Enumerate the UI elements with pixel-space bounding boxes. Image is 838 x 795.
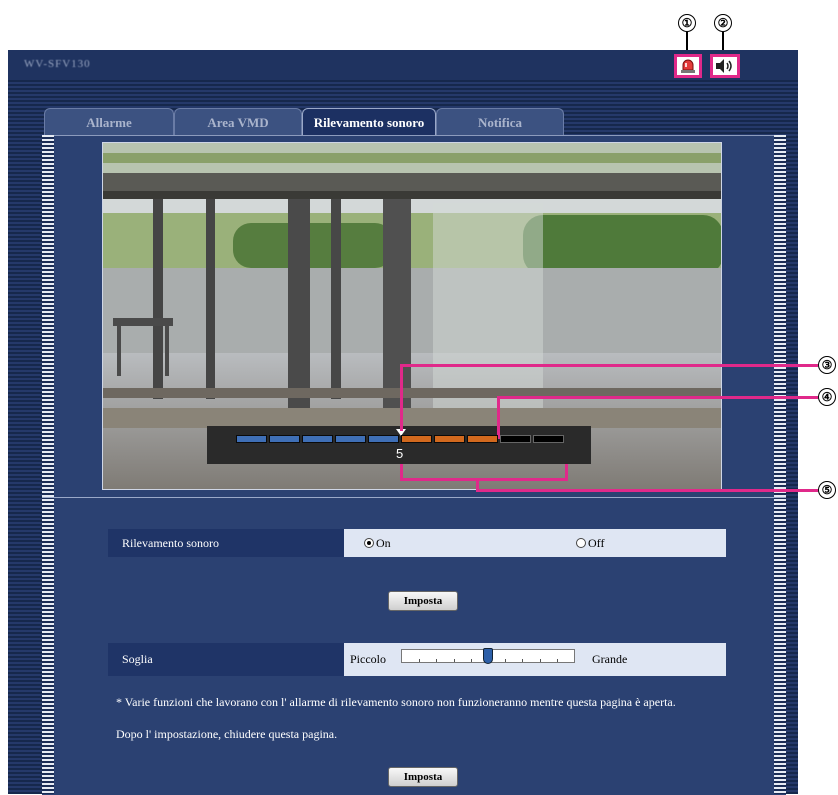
callout-5: ⑤ (818, 481, 836, 499)
audio-detection-label: Rilevamento sonoro (108, 529, 344, 557)
tab-area-vmd[interactable]: Area VMD (174, 108, 302, 136)
slider-tick (505, 659, 506, 662)
radio-off-label: Off (588, 535, 605, 550)
callout-4: ④ (818, 388, 836, 406)
slider-tick (454, 659, 455, 662)
radio-off[interactable]: Off (576, 536, 604, 551)
slider-tick (557, 659, 558, 662)
set-button-2[interactable]: Imposta (388, 767, 458, 787)
slider-thumb[interactable] (483, 648, 493, 664)
callout-2: ② (714, 14, 732, 32)
right-stripe (774, 135, 786, 794)
camera-title: WV-SFV130 (24, 58, 91, 70)
speaker-icon (716, 59, 732, 73)
threshold-min-label: Piccolo (350, 652, 386, 666)
threshold-max-label: Grande (592, 652, 628, 666)
note-line-2: Dopo l' impostazione, chiudere questa pa… (116, 727, 338, 741)
meter-level-label: 5 (396, 446, 404, 461)
tab-allarme[interactable]: Allarme (44, 108, 174, 136)
slider-tick (471, 659, 472, 662)
callout-3-line-h (400, 364, 818, 367)
radio-on[interactable]: On (364, 536, 391, 551)
tab-notifica[interactable]: Notifica (436, 108, 564, 136)
radio-on-label: On (376, 535, 391, 550)
meter-segment (500, 435, 531, 443)
meter-segment (269, 435, 300, 443)
callout-5-bracket-bottom (400, 478, 568, 481)
meter-segment (467, 435, 498, 443)
threshold-slider[interactable] (401, 648, 575, 664)
meter-segment (236, 435, 267, 443)
meter-segment (368, 435, 399, 443)
meter-segment (434, 435, 465, 443)
slider-tick (540, 659, 541, 662)
audio-button[interactable] (710, 54, 740, 78)
left-stripe (42, 135, 54, 794)
slider-tick (419, 659, 420, 662)
meter-segment (302, 435, 333, 443)
alarm-status-button[interactable] (674, 54, 702, 78)
slider-tick (436, 659, 437, 662)
callout-4-line-v (497, 397, 500, 439)
callout-1: ① (678, 14, 696, 32)
audio-detection-options: On Off (344, 529, 726, 557)
slider-tick (522, 659, 523, 662)
set-button-1[interactable]: Imposta (388, 591, 458, 611)
radio-off-circle[interactable] (576, 538, 586, 548)
radio-on-circle[interactable] (364, 538, 374, 548)
tab-rilevamento-sonoro[interactable]: Rilevamento sonoro (302, 108, 436, 136)
note-line-1: * Varie funzioni che lavorano con l' all… (116, 695, 676, 709)
callout-3-line-v (400, 365, 403, 431)
meter-segment (335, 435, 366, 443)
callout-5-line-h (476, 489, 818, 492)
callout-3: ③ (818, 356, 836, 374)
section-separator (42, 497, 786, 498)
meter-segment (401, 435, 432, 443)
callout-4-line-h (497, 396, 818, 399)
meter-segment (533, 435, 564, 443)
alarm-icon (681, 59, 695, 73)
threshold-label: Soglia (108, 643, 344, 676)
